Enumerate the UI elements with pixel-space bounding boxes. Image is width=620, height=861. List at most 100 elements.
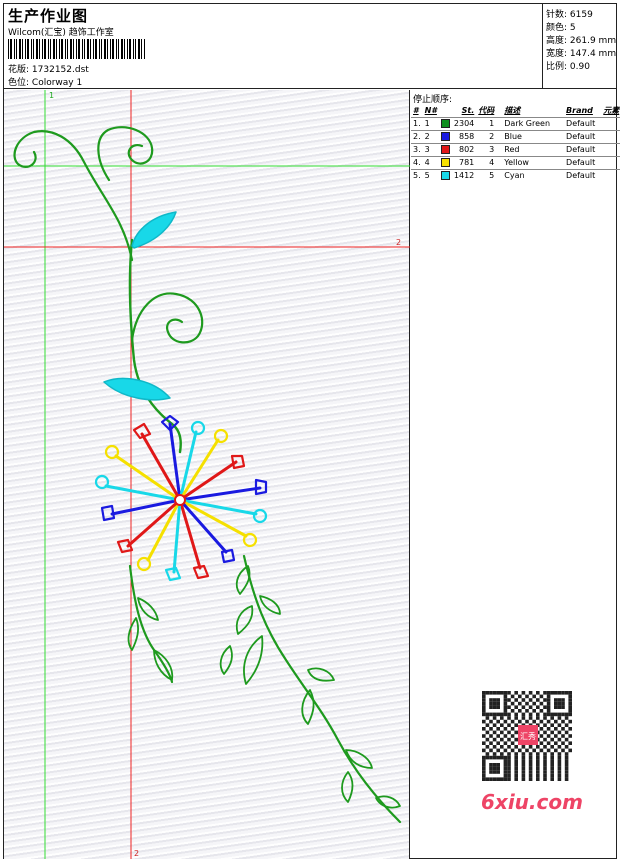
tip-red-downleft <box>116 538 134 554</box>
qr-module <box>514 773 518 778</box>
qr-module <box>482 701 486 706</box>
barcode-bar <box>95 39 97 59</box>
table-row: 1. 1 2304 1 Dark Green Default <box>411 116 620 130</box>
cyan-leaf-lower <box>103 377 171 401</box>
qr-module <box>489 777 493 781</box>
green-leaf-lr6 <box>307 667 335 682</box>
qr-module <box>528 766 533 771</box>
qr-module <box>482 694 486 699</box>
design-file-name: 1732152.dst <box>31 65 89 75</box>
barcode-bar <box>25 39 26 59</box>
qr-module <box>550 712 554 717</box>
qr-module <box>496 763 500 767</box>
thread-brand: Default <box>552 116 598 130</box>
qr-module <box>561 691 565 695</box>
qr-module <box>539 727 544 731</box>
qr-module <box>514 755 518 760</box>
qr-module <box>568 698 572 702</box>
qr-module <box>492 730 497 735</box>
qr-module <box>525 719 529 724</box>
green-vine-curl-top <box>97 126 154 182</box>
qr-module <box>561 705 565 709</box>
thread-code: 4 <box>476 155 497 169</box>
qr-module <box>546 712 551 717</box>
qr-module <box>482 709 486 713</box>
qr-module <box>503 727 508 731</box>
thread-code: 1 <box>476 116 497 130</box>
thread-brand: Default <box>552 155 598 169</box>
barcode-bar <box>129 39 131 59</box>
barcode-bar <box>73 39 74 59</box>
qr-module <box>521 763 526 767</box>
qr-module <box>489 748 493 753</box>
production-worksheet: 生产作业图 Wilcom(汇宝) 趋饰工作室 花版: 1732152.dst 色… <box>3 3 620 859</box>
design-preview: 1 2 2 <box>4 90 410 859</box>
stop-index: 4. <box>411 155 423 169</box>
qr-module <box>482 727 486 731</box>
qr-module <box>543 716 547 720</box>
qr-module <box>550 752 554 756</box>
qr-module <box>546 734 551 738</box>
qr-module <box>568 712 572 717</box>
green-leaf-lr7 <box>301 689 315 725</box>
qr-module <box>536 712 540 717</box>
qr-module <box>510 719 515 724</box>
qr-module <box>507 777 511 781</box>
barcode-bar <box>14 39 15 59</box>
col-description: 描述 <box>504 105 521 115</box>
table-row: 3. 3 802 3 Red Default <box>411 142 620 156</box>
qr-module <box>568 734 572 738</box>
col-brand: Brand <box>566 105 593 115</box>
barcode-bar <box>107 39 108 59</box>
qr-module <box>510 694 515 699</box>
barcode-bar <box>61 39 63 59</box>
qr-module <box>564 766 569 771</box>
qr-module <box>550 777 554 781</box>
qr-module <box>492 712 497 717</box>
qr-module <box>503 759 508 763</box>
qr-module <box>489 734 493 738</box>
stop-index: 1. <box>411 116 423 130</box>
qr-module <box>496 698 500 702</box>
color-swatch <box>440 158 450 167</box>
green-leaf-lr9 <box>341 771 354 803</box>
qr-module <box>503 777 508 781</box>
element <box>597 155 620 169</box>
qr-module <box>543 691 547 695</box>
qr-module <box>503 705 508 709</box>
barcode-bar <box>116 39 117 59</box>
qr-module <box>528 698 533 702</box>
page-title: 生产作业图 <box>8 7 89 25</box>
barcode-bar <box>59 39 60 59</box>
design-height: 高度: 261.9 mm <box>546 36 617 46</box>
qr-module <box>539 709 544 713</box>
barcode-bar <box>112 39 114 59</box>
qr-module <box>536 755 540 760</box>
qr-module <box>492 763 497 767</box>
qr-module <box>500 755 504 760</box>
thread-code: 3 <box>476 142 497 156</box>
qr-module <box>536 759 540 763</box>
qr-module <box>546 719 551 724</box>
qr-module <box>492 698 497 702</box>
thread-description: Dark Green <box>496 116 553 130</box>
green-main-stem <box>128 238 182 454</box>
qr-module <box>518 709 522 713</box>
colorway-label: 色位: <box>8 78 30 88</box>
design-width: 宽度: 147.4 mm <box>546 49 617 59</box>
qr-module <box>492 716 497 720</box>
green-vine-curl-left <box>13 130 134 262</box>
green-leaf-lr10 <box>375 795 401 809</box>
qr-module <box>514 777 518 781</box>
qr-module <box>500 777 504 781</box>
qr-module <box>561 748 565 753</box>
qr-module <box>536 698 540 702</box>
qr-module <box>503 698 508 702</box>
qr-module <box>525 701 529 706</box>
color-swatch <box>440 145 450 154</box>
swatch <box>438 168 452 182</box>
qr-module <box>492 691 497 695</box>
barcode-bar <box>104 39 106 59</box>
barcode-bar <box>44 39 46 59</box>
qr-module <box>561 727 565 731</box>
